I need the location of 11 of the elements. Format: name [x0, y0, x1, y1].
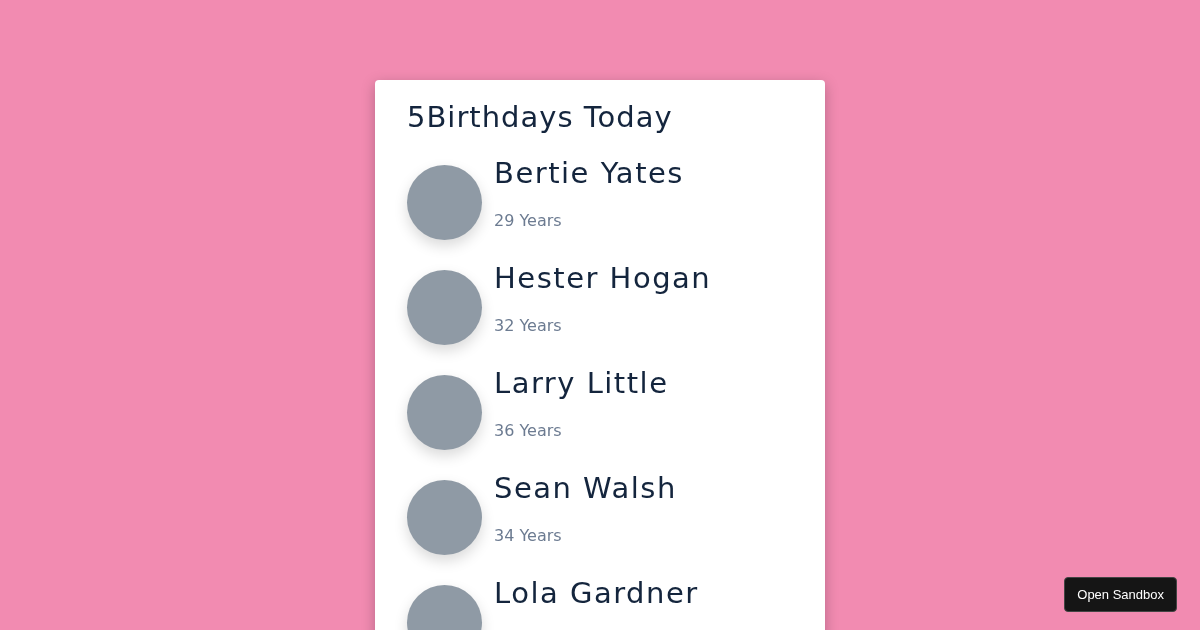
- person-age: 34 Years: [494, 525, 563, 548]
- person-name: Hester Hogan: [494, 259, 712, 297]
- person-name: Lola Gardner: [494, 574, 699, 612]
- person-name: Sean Walsh: [494, 469, 677, 507]
- person-age: 29 Years: [494, 210, 563, 233]
- card-title: 5Birthdays Today: [407, 100, 674, 135]
- person-name: Bertie Yates: [494, 154, 684, 192]
- person-age: 36 Years: [494, 420, 563, 443]
- open-sandbox-button[interactable]: Open Sandbox: [1064, 577, 1177, 612]
- person-age: 32 Years: [494, 315, 563, 338]
- person-name: Larry Little: [494, 364, 669, 402]
